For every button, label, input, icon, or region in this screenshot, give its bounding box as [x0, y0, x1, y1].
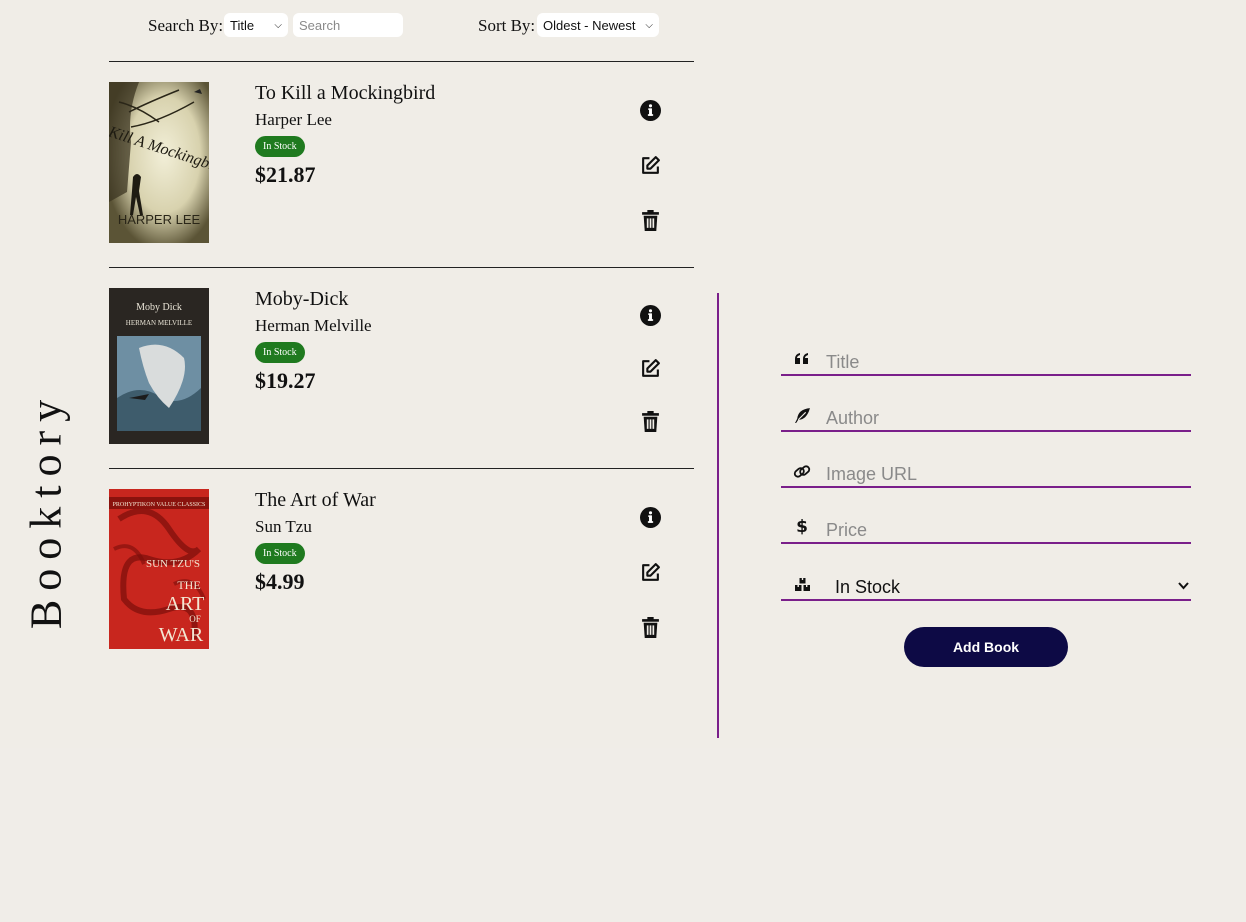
title-placeholder: Title	[826, 352, 860, 372]
search-by-value: Title	[230, 17, 255, 33]
info-icon[interactable]	[639, 99, 661, 121]
book-card: To Kill A Mockingbird HARPER LEE To Kill…	[109, 61, 694, 268]
edit-icon[interactable]	[639, 561, 661, 583]
author-field[interactable]: Author	[781, 398, 1191, 432]
book-title: Moby-Dick	[255, 288, 349, 310]
book-cover-image[interactable]: To Kill A Mockingbird HARPER LEE	[109, 82, 209, 243]
stock-badge: In Stock	[255, 136, 305, 157]
book-info: Moby-Dick Herman Melville In Stock $19.2…	[255, 288, 372, 394]
cover-author-text: HARPER LEE	[118, 212, 201, 227]
sort-by-label: Sort By:	[478, 16, 536, 35]
page-footer	[0, 748, 1246, 922]
trash-icon[interactable]	[639, 616, 661, 638]
book-price: $4.99	[255, 569, 305, 594]
book-price: $19.27	[255, 368, 316, 393]
search-by-select[interactable]: Title ⌵	[224, 13, 288, 37]
book-author: Sun Tzu	[255, 517, 312, 536]
cover-line-4: OF	[189, 614, 201, 624]
edit-icon[interactable]	[639, 154, 661, 176]
author-placeholder: Author	[826, 408, 880, 428]
search-by-label: Search By:	[148, 16, 224, 35]
link-icon	[793, 462, 811, 480]
search-input[interactable]: Search	[293, 13, 403, 37]
chevron-down-icon: ⌵	[274, 19, 282, 31]
cover-line-1: SUN TZU'S	[146, 558, 200, 570]
cover-title-text: Moby Dick	[136, 302, 182, 313]
book-cover-image[interactable]: Moby Dick HERMAN MELVILLE	[109, 288, 209, 444]
cover-series-text: PROHYPTIKON VALUE CLASSICS	[113, 502, 206, 508]
book-price: $21.87	[255, 162, 316, 187]
sort-by-select[interactable]: Oldest - Newest ⌵	[537, 13, 659, 37]
sort-by-value: Oldest - Newest	[543, 17, 636, 33]
cover-line-3: ART	[166, 593, 205, 615]
book-card: Moby Dick HERMAN MELVILLE Moby-Dick Herm…	[109, 267, 694, 468]
edit-icon[interactable]	[639, 357, 661, 379]
stock-badge: In Stock	[255, 543, 305, 564]
book-title: To Kill a Mockingbird	[255, 82, 436, 104]
book-info: To Kill a Mockingbird Harper Lee In Stoc…	[255, 82, 435, 188]
cover-line-2: THE	[177, 578, 200, 592]
brand-title: Booktory	[21, 390, 71, 630]
book-cover-image[interactable]: PROHYPTIKON VALUE CLASSICS SUN TZU'S THE…	[109, 489, 209, 649]
chevron-down-icon: ⌵	[645, 19, 653, 31]
section-divider	[717, 293, 719, 738]
chevron-down-icon	[1178, 578, 1189, 593]
boxes-icon	[793, 575, 811, 593]
book-info: The Art of War Sun Tzu In Stock $4.99	[255, 489, 376, 595]
stock-badge: In Stock	[255, 342, 305, 363]
add-book-button[interactable]: Add Book	[904, 627, 1068, 667]
trash-icon[interactable]	[639, 410, 661, 432]
book-card: PROHYPTIKON VALUE CLASSICS SUN TZU'S THE…	[109, 468, 694, 669]
info-icon[interactable]	[639, 506, 661, 528]
image-url-placeholder: Image URL	[826, 464, 918, 484]
cover-line-5: WAR	[159, 624, 204, 646]
search-placeholder: Search	[299, 17, 341, 33]
book-author: Harper Lee	[255, 110, 332, 129]
quote-icon	[793, 350, 811, 368]
toolbar: Search By: Title ⌵ Search Sort By: Oldes…	[109, 12, 694, 40]
stock-select[interactable]: In Stock	[781, 567, 1191, 601]
title-field[interactable]: Title	[781, 342, 1191, 376]
trash-icon[interactable]	[639, 209, 661, 231]
dollar-icon: $	[796, 517, 808, 537]
book-title: The Art of War	[255, 489, 376, 511]
image-url-field[interactable]: Image URL	[781, 454, 1191, 488]
feather-icon	[793, 406, 811, 424]
price-field[interactable]: $ Price	[781, 510, 1191, 544]
price-placeholder: Price	[826, 520, 868, 540]
stock-select-value: In Stock	[835, 577, 901, 597]
cover-author-text: HERMAN MELVILLE	[126, 319, 192, 327]
info-icon[interactable]	[639, 304, 661, 326]
book-author: Herman Melville	[255, 316, 372, 335]
